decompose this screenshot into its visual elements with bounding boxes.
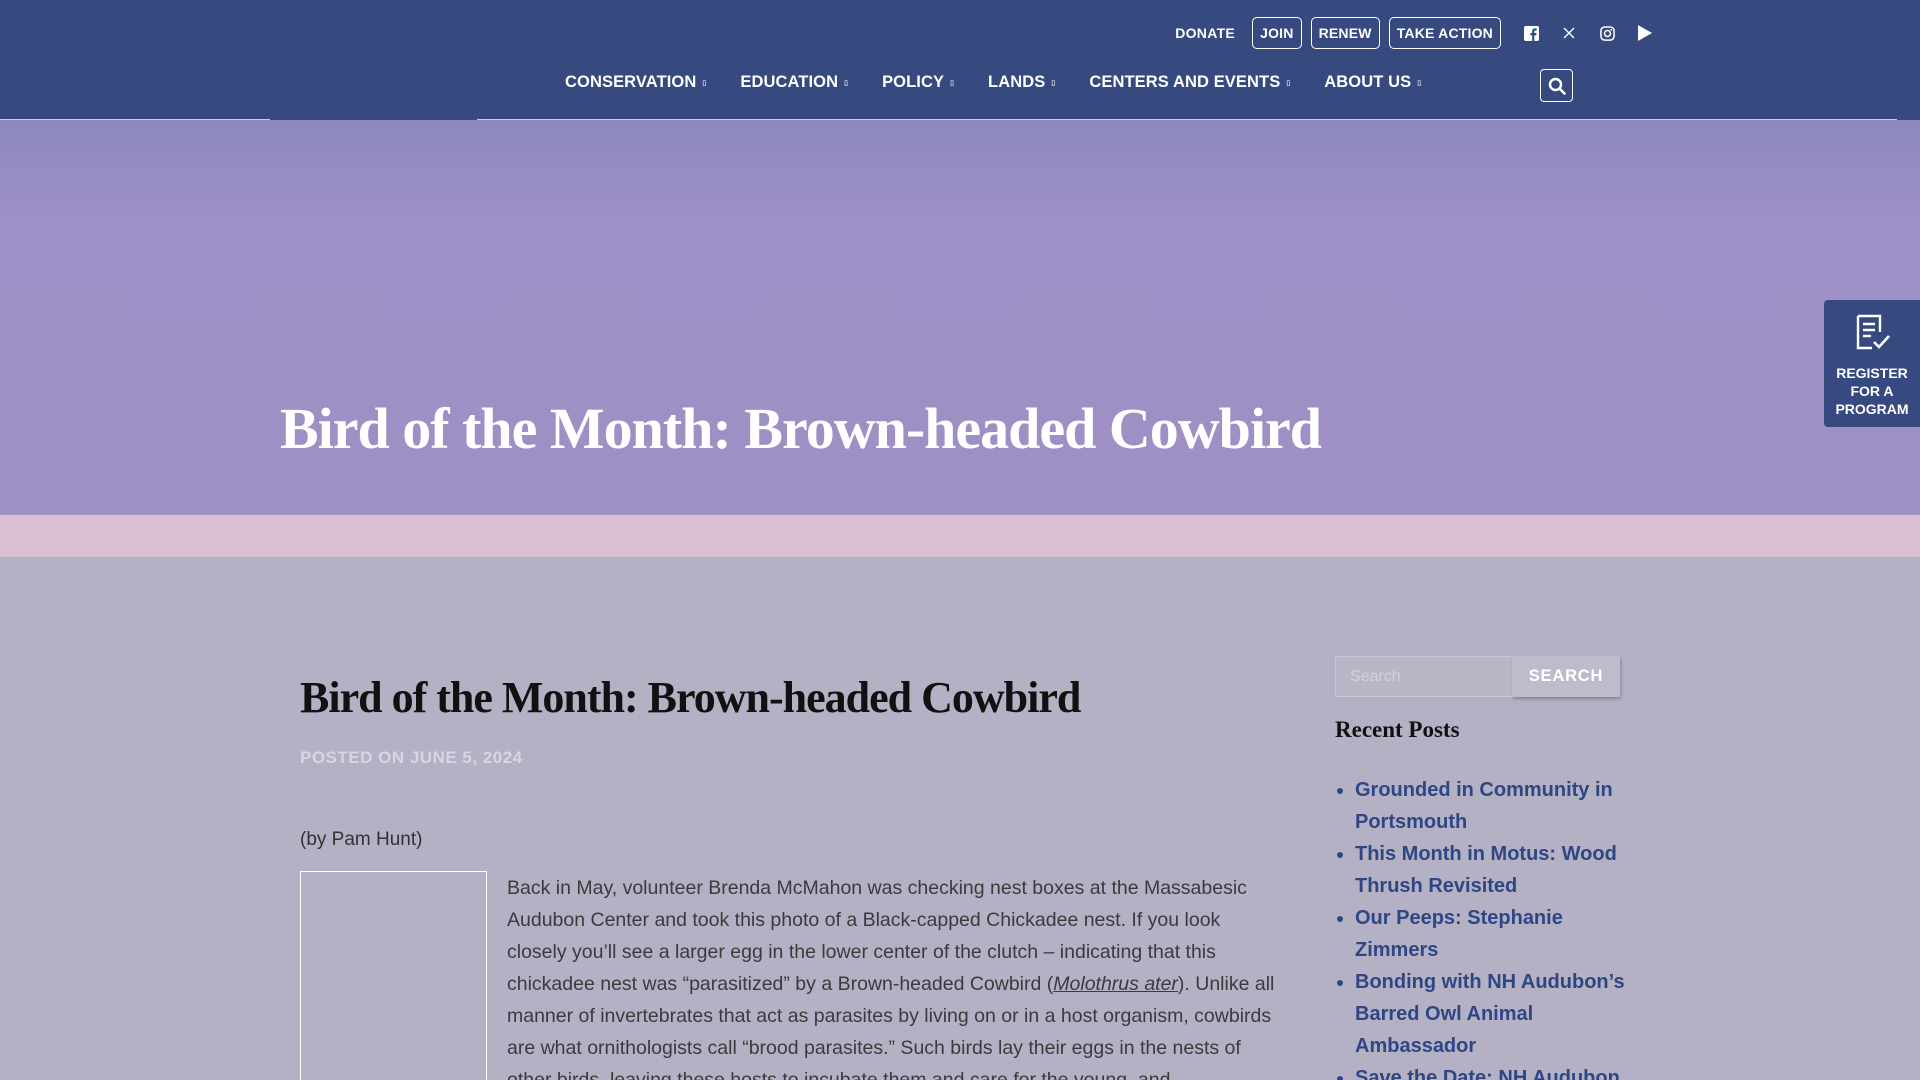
nav-label: CENTERS AND EVENTS — [1089, 73, 1281, 91]
checklist-icon — [1856, 314, 1890, 350]
header-search-button[interactable] — [1540, 69, 1573, 102]
facebook-icon[interactable] — [1522, 24, 1540, 42]
species-link[interactable]: Molothrus ater — [1053, 973, 1178, 995]
donate-link[interactable]: DONATE — [1167, 17, 1243, 49]
article-byline: (by Pam Hunt) — [300, 829, 423, 850]
nav-label: LANDS — [988, 73, 1046, 91]
register-line-2: FOR A — [1850, 383, 1894, 399]
accent-band — [0, 515, 1920, 557]
nav-label: CONSERVATION — [565, 73, 697, 91]
nav-lands[interactable]: LANDS ▯ — [988, 73, 1055, 92]
nav-conservation[interactable]: CONSERVATION ▯ — [565, 73, 706, 92]
social-links — [1522, 24, 1654, 42]
nav-label: EDUCATION — [740, 73, 839, 91]
renew-button[interactable]: RENEW — [1310, 17, 1380, 49]
register-line-3: PROGRAM — [1835, 401, 1909, 417]
register-line-1: REGISTER — [1836, 365, 1908, 381]
recent-post-link[interactable]: Our Peeps: Stephanie Zimmers — [1355, 902, 1630, 966]
youtube-icon[interactable] — [1636, 24, 1654, 42]
nav-label: POLICY — [882, 73, 945, 91]
article-body: Back in May, volunteer Brenda McMahon wa… — [507, 872, 1277, 1080]
hero-banner: Bird of the Month: Brown-headed Cowbird — [0, 120, 1920, 515]
main-nav: CONSERVATION ▯ EDUCATION ▯ POLICY ▯ LANDS ▯ … — [565, 73, 1421, 92]
hero-title: Bird of the Month: Brown-headed Cowbird — [280, 396, 1322, 461]
nav-about-us[interactable]: ABOUT US ▯ — [1324, 73, 1421, 92]
nav-education[interactable]: EDUCATION ▯ — [740, 73, 848, 92]
recent-posts-heading: Recent Posts — [1335, 717, 1460, 742]
nav-label: ABOUT US — [1324, 73, 1412, 91]
instagram-icon[interactable] — [1598, 24, 1616, 42]
chevron-down-icon: ▯ — [1051, 79, 1056, 87]
recent-post-link[interactable]: Bonding with NH Audubon’s Barred Owl Ani… — [1355, 966, 1630, 1062]
chevron-down-icon: ▯ — [702, 79, 707, 87]
chevron-down-icon: ▯ — [950, 79, 955, 87]
article-title: Bird of the Month: Brown-headed Cowbird — [300, 673, 1081, 722]
recent-posts-list: Grounded in Community in Portsmouth This… — [1355, 774, 1630, 1080]
take-action-button[interactable]: TAKE ACTION — [1388, 17, 1501, 49]
search-icon — [1548, 77, 1566, 95]
recent-post-link[interactable]: Save the Date: NH Audubon — [1355, 1062, 1630, 1080]
article-image-placeholder[interactable] — [300, 871, 487, 1080]
chevron-down-icon: ▯ — [1286, 79, 1291, 87]
nav-policy[interactable]: POLICY ▯ — [882, 73, 954, 92]
posted-date: POSTED ON JUNE 5, 2024 — [300, 748, 523, 767]
register-for-program-button[interactable]: REGISTER FOR A PROGRAM — [1824, 300, 1920, 427]
recent-post-link[interactable]: This Month in Motus: Wood Thrush Revisit… — [1355, 838, 1630, 902]
sidebar-search: Search SEARCH — [1335, 656, 1620, 697]
chevron-down-icon: ▯ — [844, 79, 849, 87]
chevron-down-icon: ▯ — [1417, 79, 1422, 87]
recent-post-link[interactable]: Grounded in Community in Portsmouth — [1355, 774, 1630, 838]
site-header: DONATE JOIN RENEW TAKE ACTION CONSERVATI… — [0, 0, 1920, 120]
sidebar-search-button[interactable]: SEARCH — [1512, 656, 1620, 697]
sidebar-search-input[interactable]: Search — [1335, 656, 1512, 697]
nav-centers-and-events[interactable]: CENTERS AND EVENTS ▯ — [1089, 73, 1290, 92]
x-icon[interactable] — [1560, 24, 1578, 42]
join-button[interactable]: JOIN — [1252, 17, 1302, 49]
utility-nav: DONATE JOIN RENEW TAKE ACTION — [1167, 17, 1654, 49]
